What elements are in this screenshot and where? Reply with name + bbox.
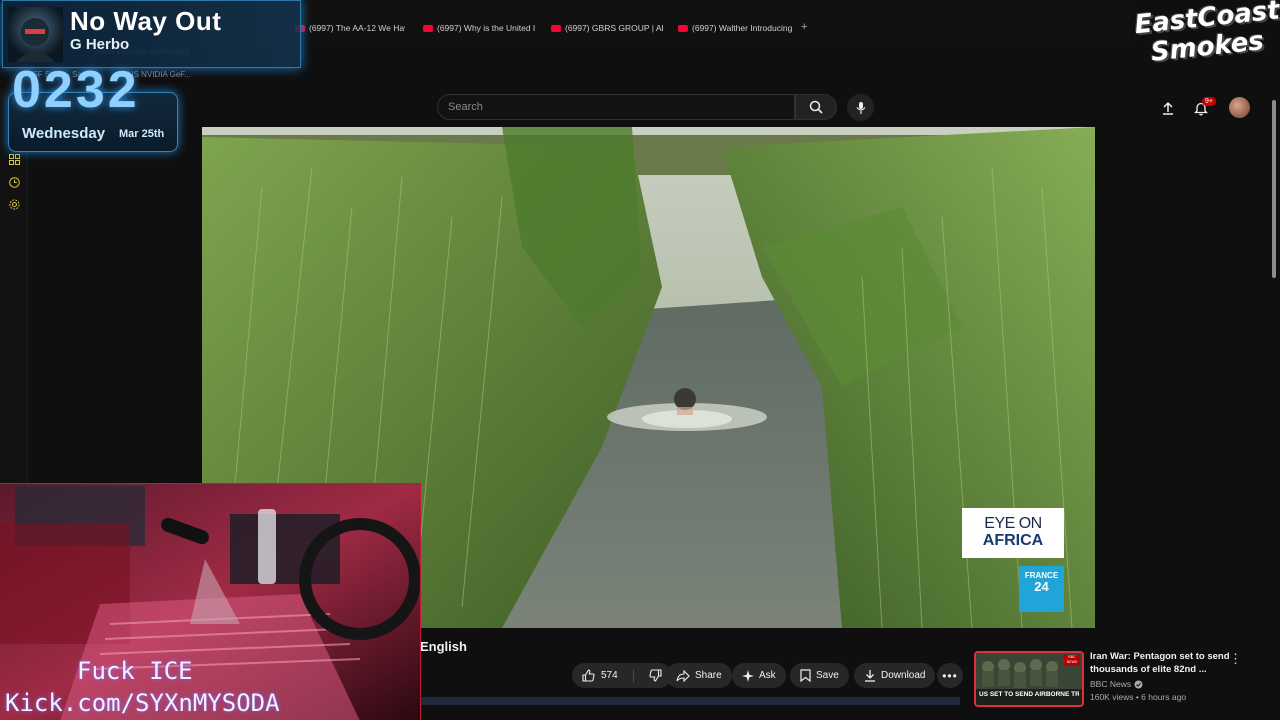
browser-tab[interactable]: (6997) Why is the United I (423, 20, 535, 36)
webcam-caption-line2: Kick.com/SYXnMYSODA (5, 689, 280, 717)
divider (632, 668, 634, 683)
like-count: 574 (601, 670, 618, 681)
song-artist: G Herbo (70, 36, 130, 53)
webcam-overlay (0, 483, 421, 720)
scrollbar-thumb[interactable] (1272, 100, 1276, 278)
thumbs-down-icon (649, 669, 662, 682)
screen: (6997) The AA-12 We Hav (6997) Why is th… (0, 0, 1280, 720)
grid-icon[interactable] (8, 154, 20, 166)
clock-date: Mar 25th (119, 128, 165, 140)
account-avatar[interactable] (1229, 97, 1250, 118)
browser-tab[interactable]: (6997) The AA-12 We Hav (295, 20, 405, 36)
download-button[interactable]: Download (854, 663, 936, 688)
thumbnail-caption: US SET TO SEND AIRBORNE TROOPS TO MIDDLE… (979, 691, 1079, 698)
youtube-icon (678, 24, 688, 32)
recommendation-title[interactable]: Iran War: Pentagon set to send thousands… (1090, 650, 1230, 676)
bookmark-icon (800, 669, 811, 682)
eastcoast-smokes-logo: EastCoast Smokes (1133, 0, 1280, 68)
eye-on-africa-overlay: EYE ON AFRICA (962, 508, 1064, 558)
upload-icon (1163, 101, 1173, 115)
download-icon (865, 670, 875, 682)
album-art (8, 7, 63, 62)
search-box (437, 94, 795, 120)
clock-day: Wednesday (22, 125, 106, 142)
share-icon (676, 669, 690, 682)
share-button[interactable]: Share (666, 663, 732, 688)
recommendation-thumbnail[interactable]: BBC NEWS US SET TO SEND AIRBORNE TROOPS … (974, 651, 1084, 707)
more-horizontal-icon: ••• (942, 668, 958, 683)
description-box[interactable] (420, 697, 960, 705)
search-icon (809, 100, 823, 114)
search-input[interactable] (438, 95, 794, 119)
browser-tab[interactable]: (6997) Walther Introducing (678, 20, 793, 36)
recommendation-channel[interactable]: BBC News (1090, 679, 1143, 689)
webcam-feed (0, 484, 420, 720)
search-button[interactable] (795, 94, 837, 120)
more-vertical-icon[interactable]: ⋮ (1229, 651, 1242, 667)
youtube-icon (423, 24, 433, 32)
browser-tab[interactable]: (6997) GBRS GROUP | AP (551, 20, 663, 36)
youtube-icon (551, 24, 561, 32)
song-title: No Way Out (70, 6, 222, 36)
new-tab-button[interactable]: + (801, 21, 807, 33)
save-button[interactable]: Save (790, 663, 849, 688)
gear-icon[interactable] (8, 199, 20, 211)
webcam-caption-line1: Fuck ICE (77, 657, 193, 685)
like-dislike-group: 574 (572, 663, 672, 688)
recommendation-meta: 160K views • 6 hours ago (1090, 692, 1187, 702)
microphone-icon (856, 101, 865, 114)
like-button[interactable]: 574 (572, 663, 628, 688)
upload-button[interactable] (1157, 97, 1179, 119)
video-title: English (420, 639, 467, 654)
clock-icon[interactable] (8, 177, 20, 189)
thumbs-up-icon (582, 669, 595, 682)
verified-check-icon (1134, 680, 1143, 688)
sparkle-icon (742, 669, 754, 682)
voice-search-button[interactable] (847, 94, 874, 121)
france24-logo: FRANCE 24 (1019, 566, 1064, 612)
notification-badge: 9+ (1202, 97, 1216, 106)
more-actions-button[interactable]: ••• (937, 663, 963, 688)
ask-button[interactable]: Ask (732, 663, 786, 688)
clock-time: 0232 (12, 61, 140, 119)
thumbnail-badge: BBC NEWS (1064, 655, 1080, 666)
